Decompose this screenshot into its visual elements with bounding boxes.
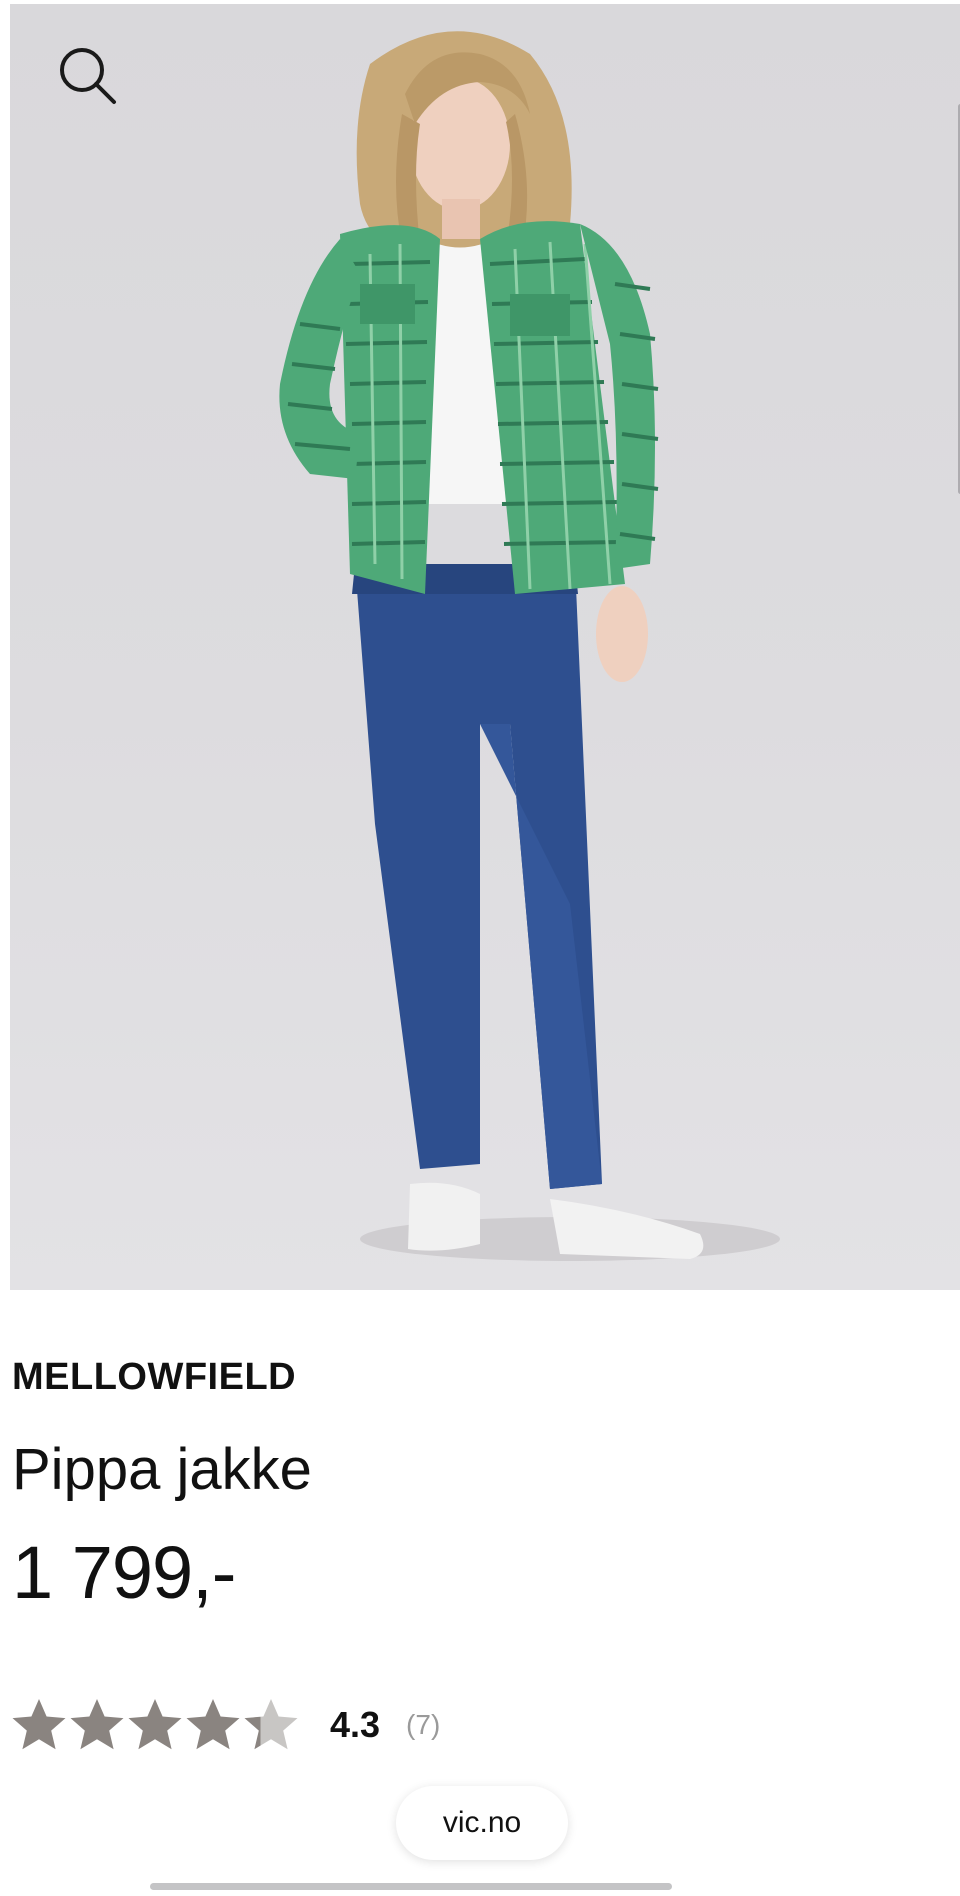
product-brand[interactable]: MELLOWFIELD [12, 1356, 296, 1399]
rating-stars [10, 1696, 300, 1754]
browser-url-bar[interactable]: vic.no [396, 1786, 568, 1860]
product-image[interactable] [10, 4, 960, 1290]
star-icon [244, 1699, 298, 1750]
search-button[interactable] [52, 40, 122, 110]
search-icon [60, 48, 116, 104]
star-icon [186, 1699, 240, 1750]
rating-value: 4.3 [330, 1704, 381, 1745]
star-icon [70, 1699, 124, 1750]
product-title: Pippa jakke [12, 1437, 312, 1502]
home-indicator[interactable] [150, 1883, 672, 1890]
browser-url-text: vic.no [442, 1806, 522, 1839]
rating-count: (7) [406, 1709, 441, 1740]
model-photo [279, 31, 780, 1261]
star-icon [12, 1699, 66, 1750]
star-icon [128, 1699, 182, 1750]
product-price: 1 799,- [12, 1531, 236, 1614]
product-rating[interactable]: 4.3 (7) [10, 1694, 440, 1756]
